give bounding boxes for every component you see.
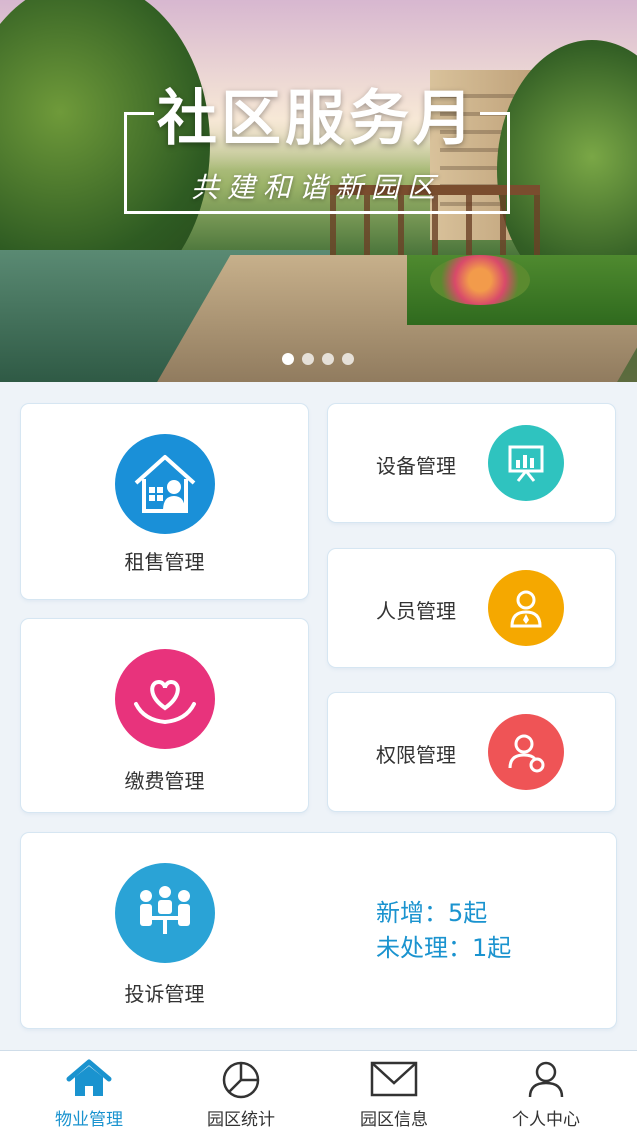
house-person-icon xyxy=(115,434,215,534)
tab-park-statistics[interactable]: 园区统计 xyxy=(161,1051,321,1134)
banner-carousel[interactable]: 社区服务月 共建和谐新园区 xyxy=(0,0,637,382)
banner-title: 社区服务月 xyxy=(157,84,477,154)
complaint-label: 投诉管理 xyxy=(124,982,205,1006)
staff-label: 人员管理 xyxy=(376,599,456,623)
carousel-dot[interactable] xyxy=(342,353,354,365)
equipment-label: 设备管理 xyxy=(376,454,456,478)
user-icon xyxy=(526,1059,566,1103)
meeting-people-icon xyxy=(115,863,215,963)
carousel-dot[interactable] xyxy=(282,353,294,365)
permission-management-card[interactable]: 权限管理 xyxy=(328,693,615,811)
bottom-tab-bar: 物业管理 园区统计 园区信息 个人中心 xyxy=(0,1050,637,1134)
permission-label: 权限管理 xyxy=(376,743,456,767)
home-icon xyxy=(65,1059,113,1103)
complaint-pending-count: 未处理：1起 xyxy=(376,934,512,962)
payment-management-card[interactable]: 缴费管理 xyxy=(21,619,308,812)
pie-chart-icon xyxy=(220,1059,262,1103)
tab-label: 物业管理 xyxy=(55,1110,123,1130)
rental-label: 租售管理 xyxy=(124,550,205,574)
tab-personal-center[interactable]: 个人中心 xyxy=(466,1051,626,1134)
tab-label: 园区信息 xyxy=(360,1110,428,1130)
banner-subtitle: 共建和谐新园区 xyxy=(190,171,443,204)
complaint-new-count: 新增：5起 xyxy=(376,899,488,927)
rental-management-card[interactable]: 租售管理 xyxy=(21,404,308,599)
equipment-management-card[interactable]: 设备管理 xyxy=(328,404,615,522)
carousel-dot[interactable] xyxy=(322,353,334,365)
payment-label: 缴费管理 xyxy=(124,769,205,793)
tab-label: 园区统计 xyxy=(207,1110,275,1130)
tab-label: 个人中心 xyxy=(512,1110,580,1130)
carousel-dot[interactable] xyxy=(302,353,314,365)
mail-icon xyxy=(369,1059,419,1103)
presentation-board-icon xyxy=(488,425,564,501)
staff-management-card[interactable]: 人员管理 xyxy=(328,549,615,667)
user-permission-icon xyxy=(488,714,564,790)
carousel-indicators xyxy=(282,353,354,365)
tab-park-info[interactable]: 园区信息 xyxy=(314,1051,474,1134)
tab-property-management[interactable]: 物业管理 xyxy=(9,1051,169,1134)
staff-person-icon xyxy=(488,570,564,646)
complaint-stats: 新增：5起 未处理：1起 xyxy=(376,896,511,966)
heart-hands-icon xyxy=(115,649,215,749)
complaint-management-card[interactable]: 投诉管理 新增：5起 未处理：1起 xyxy=(21,833,616,1028)
banner-flower-bed xyxy=(430,255,530,305)
